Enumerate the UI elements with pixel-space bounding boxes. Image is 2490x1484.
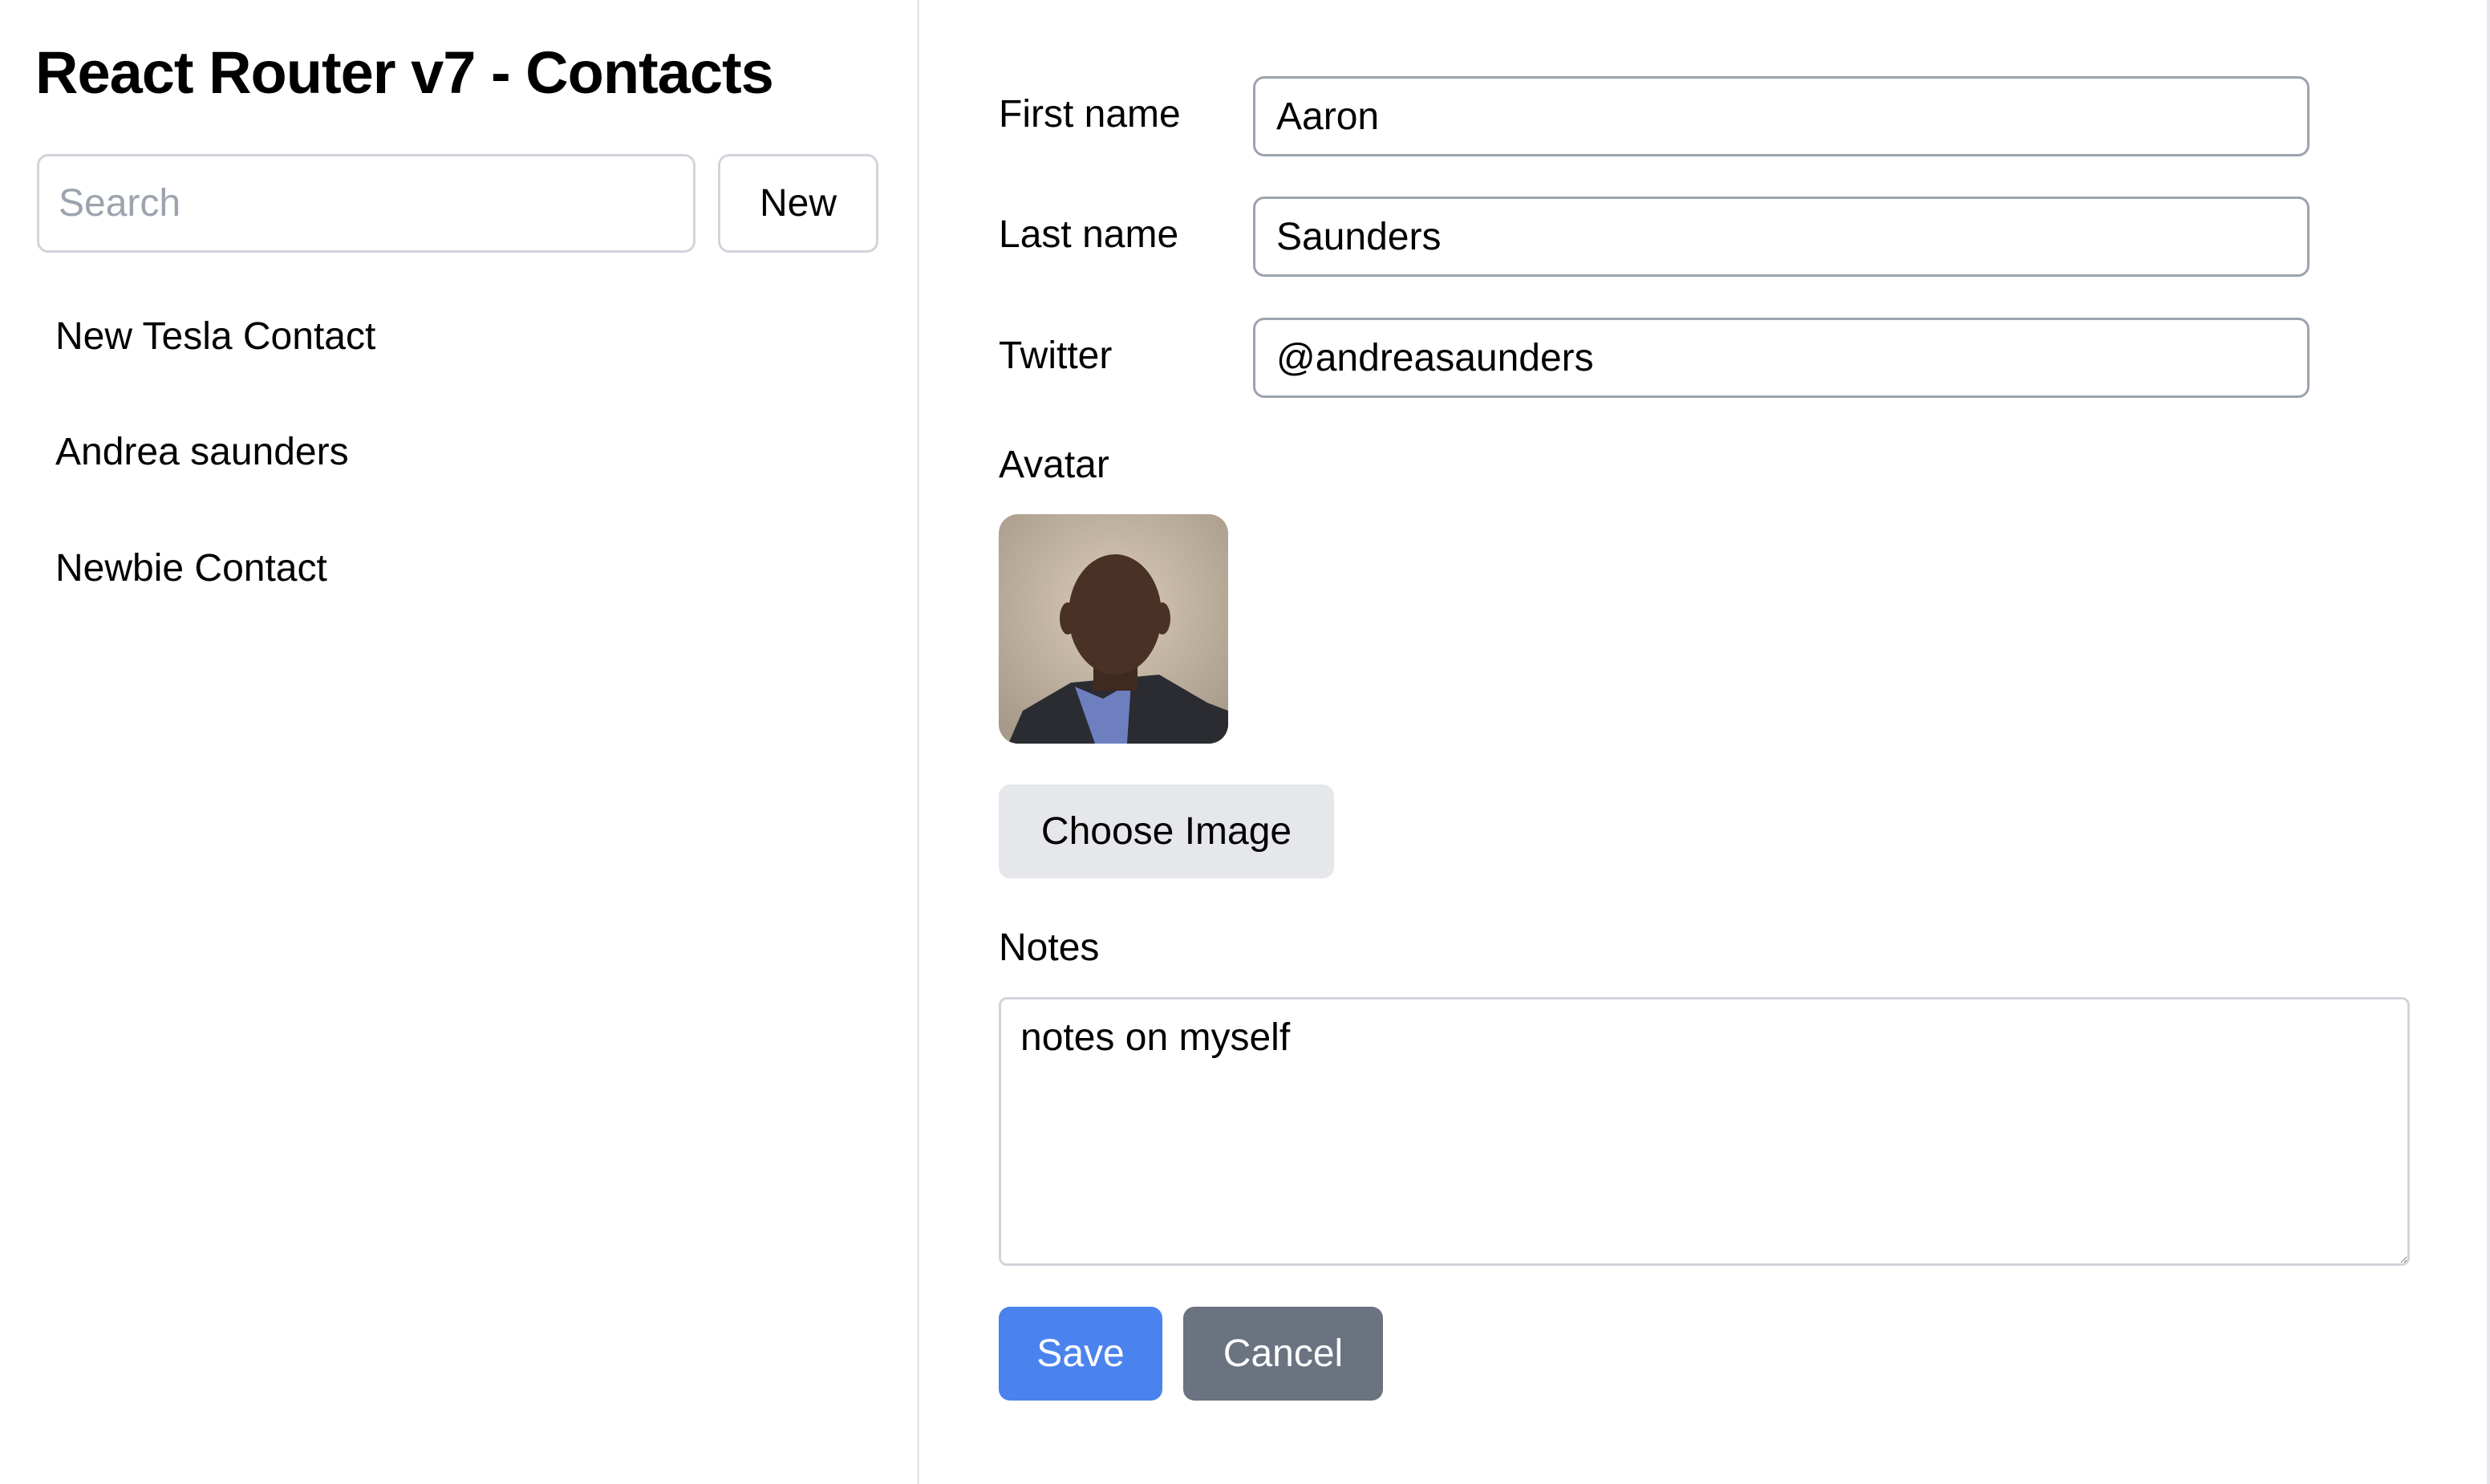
window-edge [2487,0,2490,1484]
twitter-field[interactable] [1253,318,2310,398]
new-contact-button[interactable]: New [718,154,878,253]
notes-textarea[interactable]: notes on myself [999,997,2410,1266]
contact-list-item[interactable]: Andrea saunders [55,430,349,474]
twitter-label: Twitter [999,335,1113,377]
avatar-image [999,514,1228,744]
contact-list-item[interactable]: New Tesla Contact [55,314,375,359]
cancel-button[interactable]: Cancel [1183,1307,1383,1401]
avatar-label: Avatar [999,444,1109,486]
last-name-field[interactable] [1253,197,2310,277]
sidebar: React Router v7 - Contacts New New Tesla… [0,0,919,1484]
first-name-label: First name [999,93,1181,136]
last-name-label: Last name [999,213,1179,256]
notes-label: Notes [999,926,1100,969]
app-title: React Router v7 - Contacts [35,39,774,106]
contact-list-item[interactable]: Newbie Contact [55,546,327,590]
choose-image-button[interactable]: Choose Image [999,785,1334,878]
first-name-field[interactable] [1253,76,2310,156]
search-input[interactable] [37,154,695,253]
save-button[interactable]: Save [999,1307,1162,1401]
